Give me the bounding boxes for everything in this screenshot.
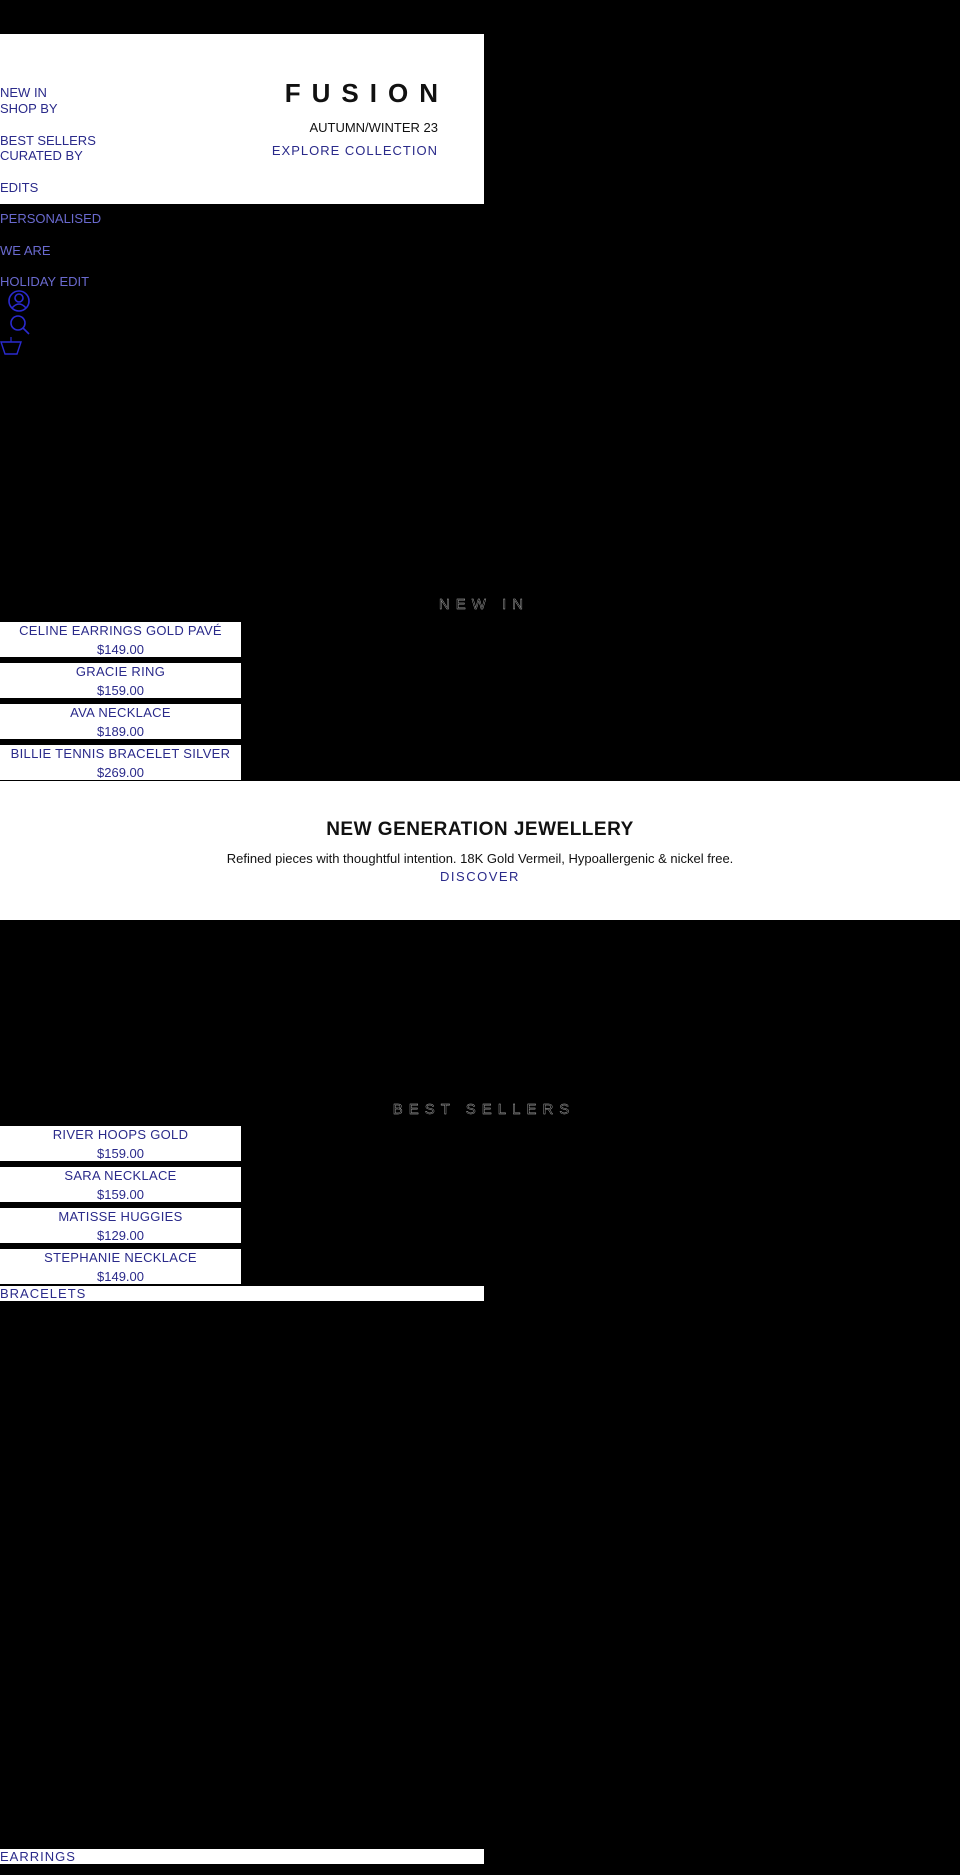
category-earrings[interactable]: EARRINGS	[0, 1849, 484, 1864]
product-card[interactable]: AVA NECKLACE $189.00	[0, 704, 241, 739]
nav-new-in[interactable]: NEW IN	[0, 85, 47, 100]
product-card[interactable]: CELINE EARRINGS GOLD PAVÉ $149.00	[0, 622, 241, 657]
product-card[interactable]: RIVER HOOPS GOLD $159.00	[0, 1126, 241, 1161]
product-price: $149.00	[97, 642, 144, 657]
nav-personalised[interactable]: PERSONALISED	[0, 211, 101, 226]
search-icon[interactable]	[8, 313, 30, 335]
account-icon[interactable]	[8, 290, 30, 312]
product-card[interactable]: MATISSE HUGGIES $129.00	[0, 1208, 241, 1243]
product-name: CELINE EARRINGS GOLD PAVÉ	[19, 623, 222, 638]
header-hero	[0, 34, 484, 204]
basket-icon[interactable]	[0, 336, 22, 356]
product-card[interactable]: SARA NECKLACE $159.00	[0, 1167, 241, 1202]
product-name: GRACIE RING	[75, 664, 166, 679]
new-in-heading: NEW IN	[438, 596, 530, 613]
product-price: $149.00	[97, 1269, 144, 1284]
nav-we-are[interactable]: WE ARE	[0, 243, 51, 258]
product-name: RIVER HOOPS GOLD	[52, 1127, 189, 1142]
product-price: $159.00	[97, 683, 144, 698]
product-price: $189.00	[97, 724, 144, 739]
product-name: MATISSE HUGGIES	[58, 1209, 183, 1224]
explore-collection-link[interactable]: EXPLORE COLLECTION	[272, 143, 438, 158]
product-name: BILLIE TENNIS BRACELET SILVER	[10, 746, 231, 761]
product-price: $269.00	[97, 765, 144, 780]
banner-text: Refined pieces with thoughtful intention…	[226, 851, 734, 866]
product-card[interactable]: GRACIE RING $159.00	[0, 663, 241, 698]
promo-banner: NEW GENERATION JEWELLERY Refined pieces …	[0, 781, 960, 920]
nav-curated-by[interactable]: CURATED BY	[0, 148, 83, 163]
product-name: SARA NECKLACE	[64, 1168, 177, 1183]
nav-shop-by[interactable]: SHOP BY	[0, 101, 58, 116]
nav-edits[interactable]: EDITS	[0, 180, 38, 195]
discover-link[interactable]: DISCOVER	[440, 869, 520, 884]
logo[interactable]: FUSION	[285, 78, 449, 109]
product-price: $129.00	[97, 1228, 144, 1243]
season-label: AUTUMN/WINTER 23	[309, 120, 438, 135]
category-bracelets[interactable]: BRACELETS	[0, 1286, 484, 1301]
nav-best-sellers[interactable]: BEST SELLERS	[0, 133, 96, 148]
product-price: $159.00	[97, 1146, 144, 1161]
product-card[interactable]: BILLIE TENNIS BRACELET SILVER $269.00	[0, 745, 241, 780]
product-name: STEPHANIE NECKLACE	[44, 1250, 197, 1265]
product-card[interactable]: STEPHANIE NECKLACE $149.00	[0, 1249, 241, 1284]
nav-holiday-edit[interactable]: HOLIDAY EDIT	[0, 274, 89, 289]
best-sellers-heading: BEST SELLERS	[392, 1101, 576, 1118]
product-price: $159.00	[97, 1187, 144, 1202]
banner-title: NEW GENERATION JEWELLERY	[326, 819, 634, 840]
product-name: AVA NECKLACE	[70, 705, 171, 720]
